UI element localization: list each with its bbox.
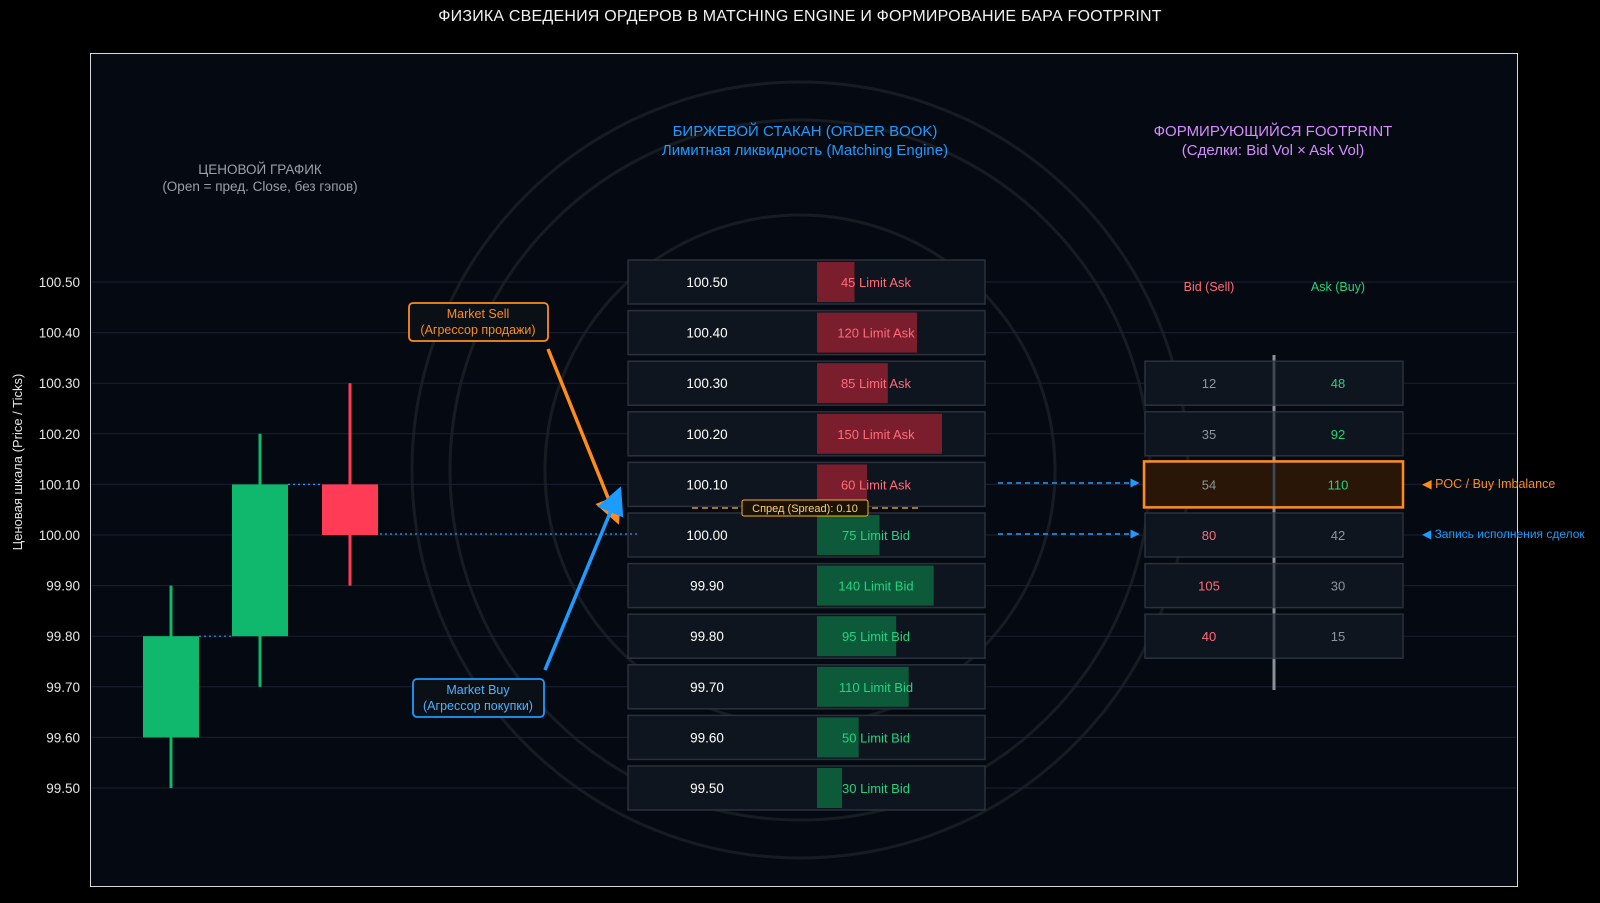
liquidity-label: 150 Limit Ask: [837, 427, 915, 442]
order-book-row: [627, 512, 986, 558]
liquidity-label: 120 Limit Ask: [837, 326, 915, 341]
footprint-ask-header: Ask (Buy): [1311, 280, 1365, 294]
order-book-price: 100.20: [686, 427, 727, 442]
price-tick-label: 100.00: [39, 528, 80, 543]
price-chart-title: ЦЕНОВОЙ ГРАФИК: [198, 162, 322, 177]
order-book-row: [627, 259, 986, 305]
footprint-subtitle: (Сделки: Bid Vol × Ask Vol): [1182, 142, 1364, 159]
liquidity-label: 30 Limit Bid: [842, 781, 910, 796]
price-tick-label: 100.10: [39, 477, 80, 492]
order-book: 100.50 45 Limit Ask 100.40 120 Limit Ask 100…: [627, 259, 986, 811]
price-tick-label: 99.70: [46, 680, 80, 695]
order-book-price: 100.00: [686, 528, 727, 543]
footprint-ask-value: 42: [1331, 528, 1345, 543]
order-book-row: [627, 360, 986, 406]
market-buy-sublabel: (Агрессор покупки): [423, 699, 533, 713]
footprint-bid-value: 105: [1198, 579, 1220, 594]
order-book-row: [627, 714, 986, 761]
liquidity-label: 60 Limit Ask: [841, 477, 912, 492]
footprint-ask-value: 92: [1331, 427, 1345, 442]
order-book-row: [627, 765, 986, 811]
price-tick-label: 100.50: [39, 275, 80, 290]
liquidity-label: 110 Limit Bid: [839, 680, 913, 695]
liquidity-bar: [817, 768, 842, 808]
order-book-price: 100.40: [686, 326, 727, 341]
order-book-price: 100.30: [686, 376, 727, 391]
liquidity-label: 50 Limit Bid: [842, 730, 910, 745]
order-book-price: 99.80: [690, 629, 724, 644]
market-sell-label: Market Sell: [447, 307, 510, 321]
liquidity-label: 45 Limit Ask: [841, 275, 912, 290]
price-tick-label: 99.50: [46, 781, 80, 796]
order-book-row: [627, 309, 986, 356]
market-sell-arrow: [546, 348, 622, 525]
footprint-bid-value: 35: [1202, 427, 1216, 442]
order-book-row: [627, 664, 986, 710]
order-book-row: [627, 613, 986, 659]
order-book-price: 100.50: [686, 275, 727, 290]
footprint-bid-value: 40: [1202, 629, 1216, 644]
market-buy-label: Market Buy: [446, 683, 510, 697]
footprint-bid-value: 54: [1202, 477, 1216, 492]
y-axis-label: Ценовая шкала (Price / Ticks): [10, 374, 25, 551]
footprint-ask-value: 30: [1331, 579, 1345, 594]
liquidity-label: 85 Limit Ask: [841, 376, 912, 391]
price-tick-label: 99.80: [46, 629, 80, 644]
candle-body: [322, 484, 378, 535]
liquidity-label: 95 Limit Bid: [842, 629, 910, 644]
price-tick-label: 99.90: [46, 579, 80, 594]
diagram-canvas: 100.50 100.40 100.30 100.20 100.10 100.00 99.9…: [10, 80, 1585, 860]
poc-annotation: ◀ POC / Buy Imbalance: [1422, 477, 1555, 491]
price-tick-label: 99.60: [46, 730, 80, 745]
order-book-price: 99.70: [690, 680, 724, 695]
footprint-bid-value: 12: [1202, 376, 1216, 391]
liquidity-label: 140 Limit Bid: [838, 579, 913, 594]
price-chart-subtitle: (Open = пред. Close, без гэпов): [162, 179, 357, 194]
order-book-price: 99.50: [690, 781, 724, 796]
footprint-ask-value: 110: [1328, 477, 1349, 492]
price-tick-label: 100.40: [39, 326, 80, 341]
footprint-ask-value: 15: [1331, 629, 1345, 644]
footprint-title: ФОРМИРУЮЩИЙСЯ FOOTPRINT: [1154, 122, 1393, 140]
footprint-bid-header: Bid (Sell): [1184, 280, 1235, 294]
footprint-bid-value: 80: [1202, 528, 1216, 543]
order-book-price: 99.60: [690, 730, 724, 745]
market-sell-sublabel: (Агрессор продажи): [420, 323, 535, 337]
order-book-title: БИРЖЕВОЙ СТАКАН (ORDER BOOK): [673, 122, 938, 140]
candle-body: [232, 484, 288, 637]
price-tick-label: 100.20: [39, 427, 80, 442]
liquidity-label: 75 Limit Bid: [842, 528, 910, 543]
order-book-price: 100.10: [686, 477, 727, 492]
price-axis: 100.50 100.40 100.30 100.20 100.10 100.00 99.9…: [39, 275, 80, 796]
candle-body: [143, 636, 199, 738]
order-book-price: 99.90: [690, 579, 724, 594]
footprint-ask-value: 48: [1331, 376, 1345, 391]
order-book-subtitle: Лимитная ликвидность (Matching Engine): [662, 142, 948, 159]
market-buy-arrow: [543, 486, 624, 671]
price-tick-label: 100.30: [39, 376, 80, 391]
exec-annotation: ◀ Запись исполнения сделок: [1422, 527, 1585, 541]
spread-label: Спред (Spread): 0.10: [752, 503, 858, 515]
